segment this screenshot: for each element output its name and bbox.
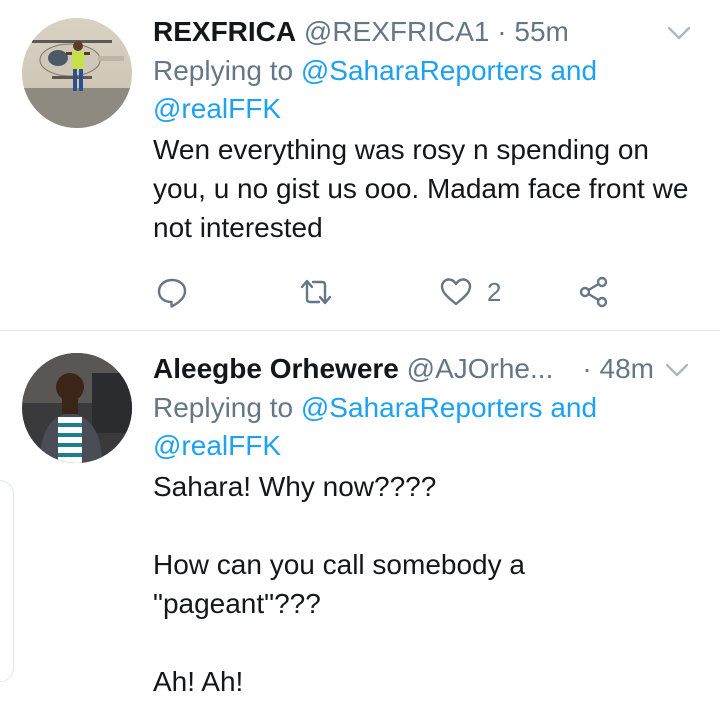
avatar[interactable]: [22, 353, 132, 463]
display-name[interactable]: Aleegbe Orhewere: [153, 353, 399, 384]
tweet-timestamp[interactable]: 55m: [514, 16, 568, 47]
tweet-timeline: REXFRICA @REXFRICA1 · 55m Replying to @S…: [0, 0, 720, 706]
mention-link[interactable]: @SaharaReporters: [301, 392, 543, 423]
retweet-icon: [300, 279, 332, 305]
avatar-photo: [22, 353, 132, 463]
heart-icon: [440, 278, 472, 306]
retweet-button[interactable]: [299, 270, 333, 314]
mention-link[interactable]: @realFFK: [153, 93, 281, 124]
side-panel-edge: [0, 480, 14, 682]
avatar-photo: [22, 18, 132, 128]
separator-dot: ·: [497, 16, 507, 47]
reply-icon: [157, 278, 187, 308]
reply-button[interactable]: [155, 270, 189, 314]
like-button[interactable]: 2: [439, 270, 501, 314]
replying-to: Replying to @SaharaReporters and @realFF…: [153, 389, 700, 465]
tweet-text: Sahara! Why now???? How can you call som…: [153, 471, 525, 697]
user-handle[interactable]: @REXFRICA1: [304, 16, 490, 47]
share-button[interactable]: [577, 270, 611, 314]
tweet-content: REXFRICA @REXFRICA1 · 55m Replying to @S…: [153, 12, 700, 247]
share-icon: [579, 276, 608, 308]
mention-conjunction[interactable]: and: [550, 55, 597, 86]
like-count: 2: [487, 276, 502, 307]
tweet-header: REXFRICA @REXFRICA1 · 55m: [153, 12, 700, 52]
user-handle[interactable]: @AJOrhe...: [407, 353, 554, 384]
separator-dot: ·: [582, 353, 592, 384]
replying-to-label: Replying to: [153, 55, 294, 86]
chevron-down-icon[interactable]: [664, 18, 694, 48]
avatar[interactable]: [22, 18, 132, 128]
tweet-actions: 2: [153, 270, 633, 314]
tweet-header: Aleegbe Orhewere @AJOrhe... · 48m: [153, 349, 700, 389]
replying-to-label: Replying to: [153, 392, 294, 423]
tweet-timestamp[interactable]: 48m: [600, 353, 654, 384]
mention-link[interactable]: @SaharaReporters: [301, 55, 543, 86]
mention-link[interactable]: @realFFK: [153, 430, 281, 461]
tweet-time-group: · 48m: [582, 349, 654, 389]
display-name[interactable]: REXFRICA: [153, 16, 296, 47]
tweet-text: Wen everything was rosy n spending on yo…: [153, 134, 697, 243]
mention-conjunction[interactable]: and: [550, 392, 597, 423]
replying-to: Replying to @SaharaReporters and @realFF…: [153, 52, 700, 128]
chevron-down-icon[interactable]: [662, 355, 692, 385]
tweet[interactable]: Aleegbe Orhewere @AJOrhe... · 48m Replyi…: [0, 331, 720, 706]
tweet[interactable]: REXFRICA @REXFRICA1 · 55m Replying to @S…: [0, 0, 720, 330]
tweet-content: Aleegbe Orhewere @AJOrhe... · 48m Replyi…: [153, 349, 700, 701]
